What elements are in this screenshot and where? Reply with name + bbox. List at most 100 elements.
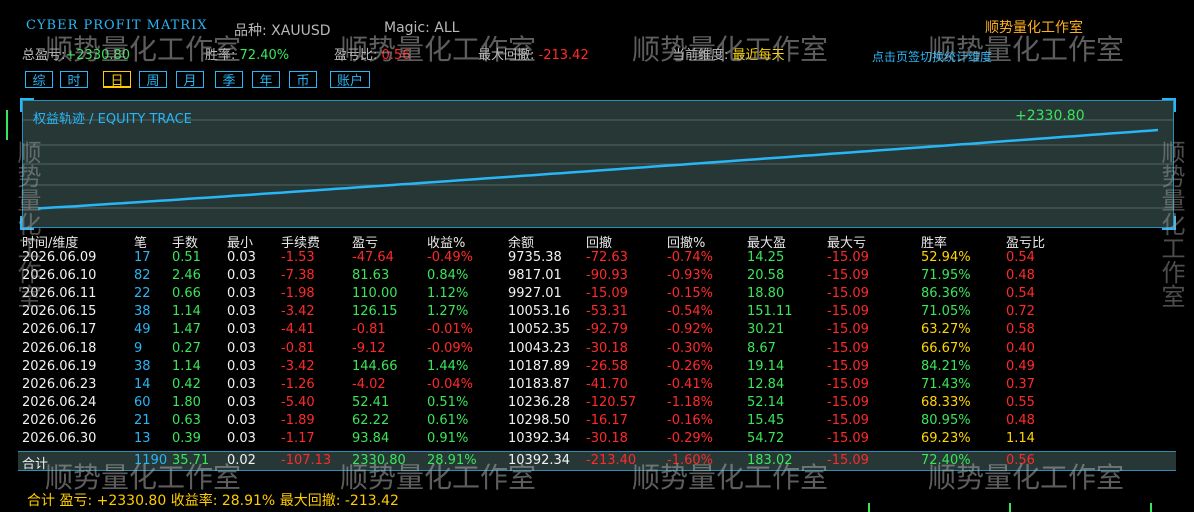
cell-min: 0.03 (227, 394, 256, 410)
cell-return: -0.49% (427, 250, 473, 265)
total-profit-value: +2330.80 (65, 48, 131, 63)
cell-balance: 10053.16 (508, 304, 571, 320)
cell-pl-ratio: 0.48 (1006, 268, 1035, 284)
current-dimension-stat: 当前维度: 最近每天 (672, 44, 785, 63)
table-row: 2026.06.17 49 1.47 0.03 -4.41 -0.81 -0.01% 1005… (0, 322, 1194, 340)
tab-quarter[interactable]: 季 (215, 71, 243, 89)
cell-max-win: 30.21 (747, 322, 785, 338)
win-rate-label: 胜率: (205, 48, 236, 63)
col-header-date: 时间/维度 (22, 236, 79, 251)
cell-max-win: 12.84 (747, 376, 785, 392)
tab-day[interactable]: 日 (103, 71, 131, 89)
cell-profit: -47.64 (352, 250, 394, 265)
cell-max-win: 8.67 (747, 340, 776, 356)
edge-mark (1150, 503, 1152, 512)
cell-min: 0.03 (227, 286, 256, 302)
cell-fee: -1.17 (281, 431, 315, 446)
app-title: CYBER PROFIT MATRIX (26, 18, 208, 33)
cell-trades: 14 (134, 376, 151, 392)
cell-pl-ratio: 0.40 (1006, 340, 1035, 356)
tab-week[interactable]: 周 (139, 71, 167, 89)
cell-balance: 10392.34 (508, 431, 571, 446)
max-drawdown-label: 最大回撤: (478, 48, 535, 63)
cell-profit: -4.02 (352, 376, 386, 392)
current-dimension-value: 最近每天 (732, 48, 785, 63)
cell-max-win: 52.14 (747, 394, 785, 410)
cell-max-loss: -15.09 (827, 412, 869, 428)
total-cell-drawdown-pct: -1.60% (667, 453, 713, 468)
max-drawdown-value: -213.42 (538, 48, 589, 63)
cell-drawdown: -30.18 (586, 431, 628, 446)
total-cell-fee: -107.13 (281, 453, 332, 468)
cell-profit: 81.63 (352, 268, 390, 284)
brand-label: 顺势量化工作室 (985, 20, 1083, 36)
cell-profit: -9.12 (352, 340, 386, 356)
cell-drawdown: -72.63 (586, 250, 628, 265)
cell-drawdown: -53.31 (586, 304, 628, 320)
equity-line (37, 128, 1159, 210)
tab-overview[interactable]: 综 (25, 71, 53, 89)
cell-balance: 9735.38 (508, 250, 562, 265)
col-header-win-rate: 胜率 (921, 236, 948, 251)
cell-date: 2026.06.10 (22, 268, 97, 284)
cell-pl-ratio: 1.14 (1006, 431, 1035, 446)
table-row: 2026.06.19 38 1.14 0.03 -3.42 144.66 1.44% 1018… (0, 359, 1194, 377)
table-row: 2026.06.15 38 1.14 0.03 -3.42 126.15 1.27% 1005… (0, 304, 1194, 322)
cell-lots: 0.39 (172, 431, 201, 446)
col-header-drawdown: 回撤 (586, 236, 613, 251)
total-cell-lots: 35.71 (172, 453, 210, 468)
col-header-trades: 笔 (134, 236, 148, 251)
cell-drawdown: -90.93 (586, 268, 628, 284)
cell-lots: 1.14 (172, 304, 201, 320)
total-profit-stat: 总盈亏:+2330.80 (22, 44, 130, 63)
col-header-lots: 手数 (172, 236, 199, 251)
cell-drawdown-pct: -0.16% (667, 412, 713, 428)
pl-ratio-value: 0.56 (381, 48, 411, 63)
cell-lots: 0.63 (172, 412, 201, 428)
table-row: 2026.06.24 60 1.80 0.03 -5.40 52.41 0.51% 10236… (0, 395, 1194, 413)
total-profit-label: 总盈亏: (22, 48, 66, 63)
cell-drawdown-pct: -0.29% (667, 431, 713, 446)
cell-date: 2026.06.15 (22, 304, 97, 320)
cell-win-rate: 68.33% (921, 394, 971, 410)
cell-win-rate: 66.67% (921, 340, 971, 356)
cell-max-win: 19.14 (747, 358, 785, 374)
cell-date: 2026.06.24 (22, 394, 97, 410)
total-cell-profit: 2330.80 (352, 453, 406, 468)
total-cell-win-rate: 72.40% (921, 453, 971, 468)
cell-profit: 93.84 (352, 431, 390, 446)
cell-drawdown-pct: -0.74% (667, 250, 713, 265)
cell-max-loss: -15.09 (827, 376, 869, 392)
cell-min: 0.03 (227, 322, 256, 338)
cell-return: 0.61% (427, 412, 469, 428)
cell-balance: 10187.89 (508, 358, 571, 374)
cell-win-rate: 86.36% (921, 286, 971, 302)
tab-currency[interactable]: 币 (289, 71, 317, 89)
tab-account[interactable]: 账户 (330, 71, 370, 89)
cell-pl-ratio: 0.72 (1006, 304, 1035, 320)
cell-trades: 22 (134, 286, 151, 302)
cell-date: 2026.06.19 (22, 358, 97, 374)
cell-drawdown: -92.79 (586, 322, 628, 338)
cell-max-win: 18.80 (747, 286, 785, 302)
cell-fee: -1.98 (281, 286, 315, 302)
cell-pl-ratio: 0.48 (1006, 412, 1035, 428)
cell-date: 2026.06.30 (22, 431, 97, 446)
cell-date: 2026.06.11 (22, 286, 97, 302)
cell-trades: 38 (134, 358, 151, 374)
cell-max-win: 54.72 (747, 431, 785, 446)
col-header-pl-ratio: 盈亏比 (1006, 236, 1046, 251)
cell-drawdown-pct: -0.54% (667, 304, 713, 320)
col-header-drawdown-pct: 回撤% (667, 236, 706, 251)
tab-year[interactable]: 年 (252, 71, 280, 89)
total-cell-pl-ratio: 0.56 (1006, 453, 1035, 468)
total-cell-return: 28.91% (427, 453, 477, 468)
cell-return: 1.44% (427, 358, 469, 374)
cell-drawdown-pct: -0.30% (667, 340, 713, 356)
cell-date: 2026.06.26 (22, 412, 97, 428)
cell-min: 0.03 (227, 412, 256, 428)
tab-month[interactable]: 月 (176, 71, 204, 89)
tab-hour[interactable]: 时 (60, 71, 88, 89)
cell-max-loss: -15.09 (827, 358, 869, 374)
cell-lots: 1.47 (172, 322, 201, 338)
